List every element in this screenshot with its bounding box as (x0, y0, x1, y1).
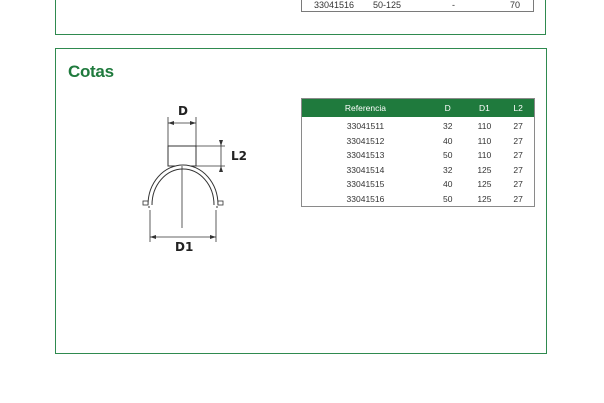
saddle-dimension-diagram: D L2 D1 (142, 104, 247, 254)
cell-d: 32 (442, 121, 453, 131)
cell-d: 32 (442, 164, 453, 175)
cell-ref: 33041512 (346, 135, 385, 146)
col-header-referencia: Referencia (301, 98, 429, 117)
table-row: 33041513 50 110 27 (302, 148, 535, 163)
cell-d: 50 (442, 150, 453, 160)
table-header-row: Referencia D D1 L2 (301, 98, 535, 117)
prev-table-range: 50-125 (373, 0, 402, 10)
dim-d-label: D (178, 104, 188, 118)
cell-d1: 125 (477, 179, 492, 189)
cell-l2: 27 (513, 193, 523, 204)
col-header-d1: D1 (466, 98, 503, 117)
cell-ref: 33041515 (346, 179, 385, 189)
cell-d1: 110 (477, 121, 492, 131)
dim-d1-label: D1 (175, 240, 193, 254)
prev-table-ref: 33041516 (314, 0, 355, 10)
col-header-l2: L2 (502, 98, 535, 117)
cell-ref: 33041514 (346, 164, 385, 175)
table-row: 33041515 40 125 27 (302, 177, 535, 192)
cell-ref: 33041513 (346, 150, 385, 160)
col-header-d: D (428, 98, 467, 117)
cell-d1: 110 (477, 150, 492, 160)
cell-l2: 27 (513, 164, 523, 175)
section-title: Cotas (68, 62, 114, 81)
cell-ref: 33041516 (346, 193, 385, 204)
cell-d1: 125 (477, 193, 492, 204)
table-row: 33041512 40 110 27 (302, 134, 535, 149)
cell-l2: 27 (513, 121, 523, 131)
cell-d1: 125 (477, 164, 492, 175)
cell-l2: 27 (513, 135, 523, 146)
prev-table-dash: - (452, 0, 455, 10)
cell-d: 50 (442, 193, 453, 204)
cell-d: 40 (442, 135, 453, 146)
cell-l2: 27 (513, 150, 523, 160)
dimensions-table: Referencia D D1 L2 33041511 32 110 27 33… (301, 98, 535, 207)
table-row: 33041514 32 125 27 (302, 163, 535, 178)
cell-l2: 27 (513, 179, 523, 189)
dim-l2-label: L2 (231, 149, 247, 163)
cell-d1: 110 (477, 135, 492, 146)
cell-ref: 33041511 (346, 121, 385, 131)
prev-table-value: 70 (510, 0, 521, 10)
table-row: 33041516 50 125 27 (302, 192, 535, 207)
cell-d: 40 (442, 179, 453, 189)
table-row: 33041511 32 110 27 (302, 117, 535, 134)
